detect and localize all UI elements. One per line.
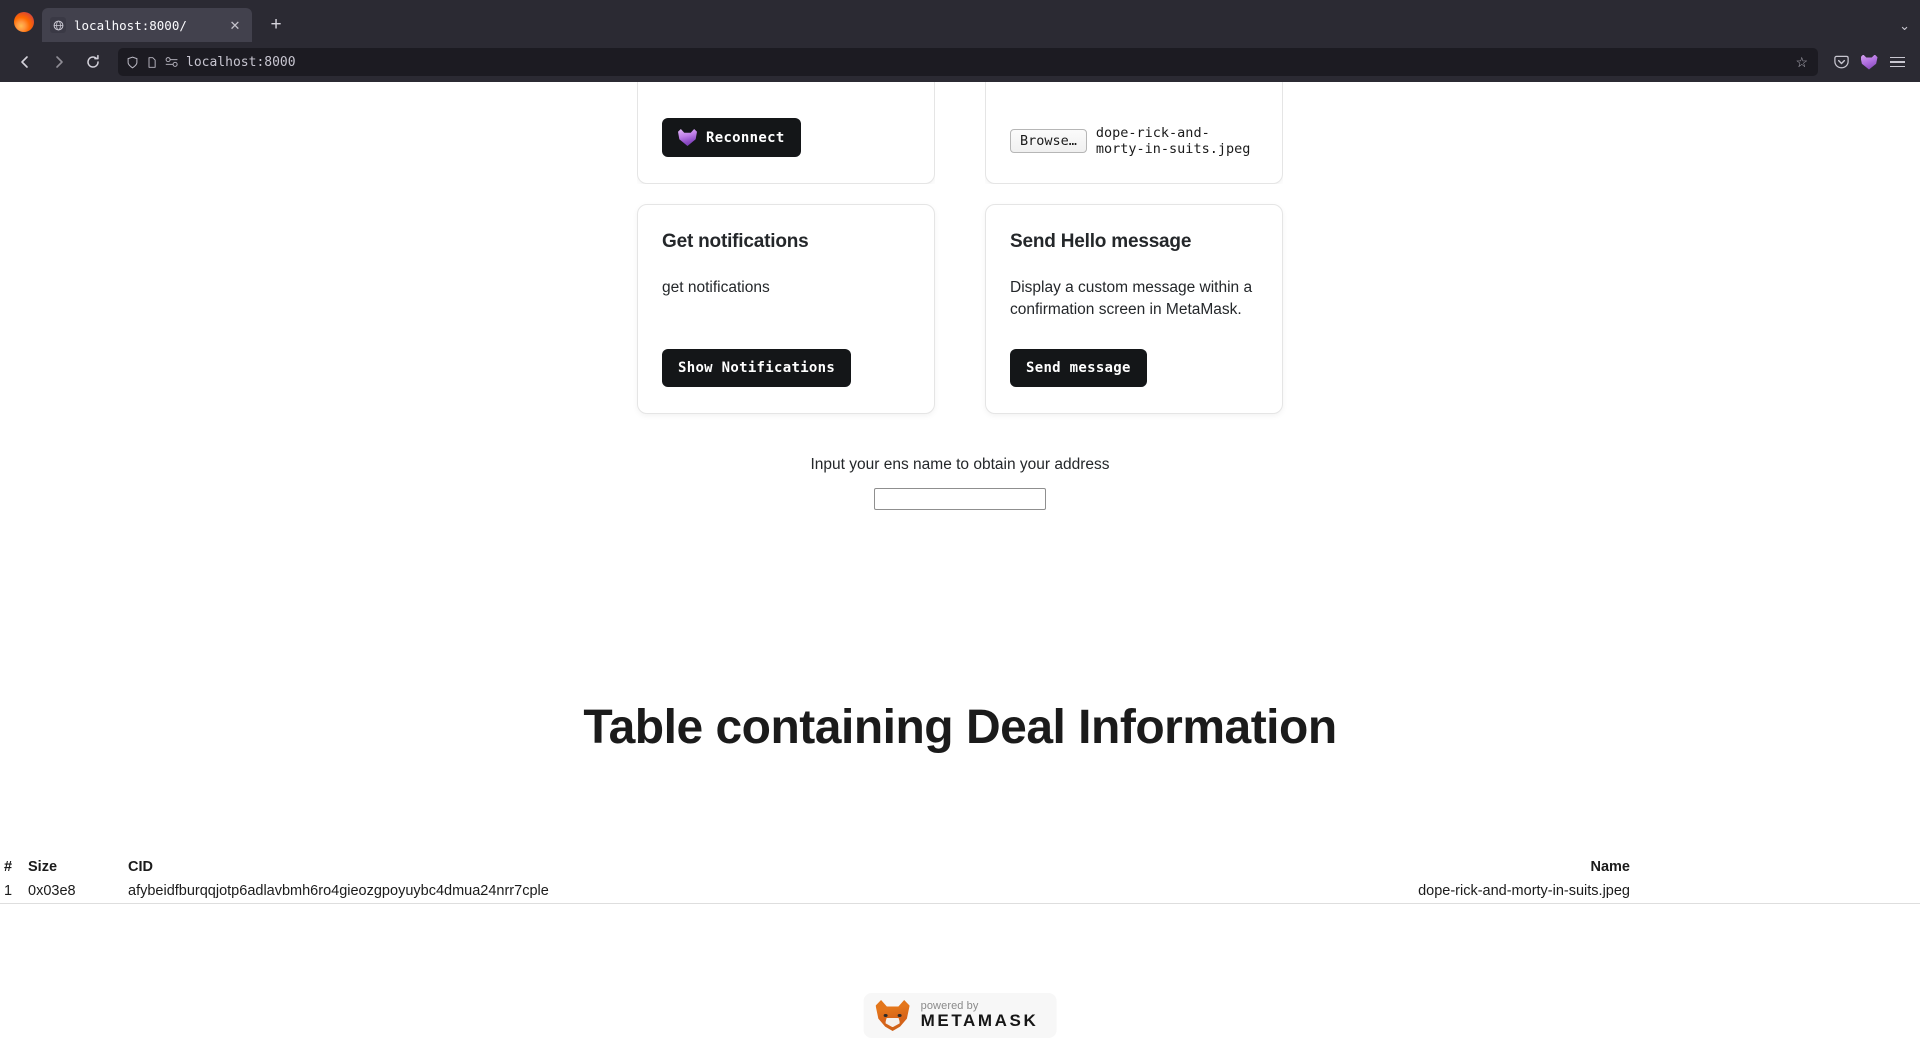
firefox-logo-icon	[14, 12, 34, 32]
navigation-toolbar: localhost:8000 ☆	[0, 42, 1920, 82]
top-cards-row: Reconnect Browse… dope-rick-and-morty-in…	[0, 82, 1920, 192]
forward-button[interactable]	[44, 47, 74, 77]
hamburger-icon[interactable]	[1884, 49, 1910, 75]
page-content: Reconnect Browse… dope-rick-and-morty-in…	[0, 82, 1920, 1056]
metamask-fox-icon	[875, 1000, 910, 1031]
cell-size: 0x03e8	[22, 879, 122, 904]
url-bar[interactable]: localhost:8000 ☆	[118, 48, 1818, 76]
send-message-button[interactable]: Send message	[1010, 349, 1147, 387]
column-header-size: Size	[28, 859, 58, 875]
feature-cards-row: Get notifications get notifications Show…	[0, 204, 1920, 414]
new-tab-button[interactable]: +	[262, 10, 290, 38]
browse-button[interactable]: Browse…	[1010, 129, 1087, 153]
window-controls: ⌄	[1899, 18, 1910, 34]
ens-label: Input your ens name to obtain your addre…	[810, 456, 1110, 473]
selected-file-name: dope-rick-and-morty-in-suits.jpeg	[1095, 125, 1251, 157]
powered-by-metamask-badge: powered by METAMASK	[863, 993, 1057, 1038]
column-header-name: Name	[1590, 859, 1631, 875]
file-upload-row: Browse… dope-rick-and-morty-in-suits.jpe…	[1010, 125, 1258, 157]
shield-icon[interactable]	[126, 56, 139, 69]
reconnect-button[interactable]: Reconnect	[662, 118, 801, 157]
browser-window: localhost:8000/ ✕ + ⌄ localhost:8000 ☆ R…	[0, 0, 1920, 1056]
back-button[interactable]	[10, 47, 40, 77]
table-row: 1 0x03e8 afybeidfburqqjotp6adlavbmh6ro4g…	[0, 879, 1920, 904]
permissions-icon[interactable]	[165, 56, 179, 68]
get-notifications-card: Get notifications get notifications Show…	[637, 204, 935, 414]
page-icon[interactable]	[146, 56, 158, 69]
toolbar-actions	[1828, 49, 1910, 75]
page-title: Table containing Deal Information	[583, 701, 1337, 754]
cell-cid: afybeidfburqqjotp6adlavbmh6ro4gieozgpoyu…	[122, 879, 1182, 904]
file-upload-card: Browse… dope-rick-and-morty-in-suits.jpe…	[985, 82, 1283, 184]
tab-title: localhost:8000/	[74, 17, 187, 33]
column-header-cid: CID	[128, 859, 153, 875]
metamask-wordmark: METAMASK	[920, 1011, 1039, 1031]
reconnect-button-label: Reconnect	[706, 129, 785, 146]
show-notifications-button[interactable]: Show Notifications	[662, 349, 852, 387]
browser-tab[interactable]: localhost:8000/ ✕	[42, 8, 252, 42]
close-icon[interactable]: ✕	[226, 16, 244, 34]
pocket-icon[interactable]	[1828, 49, 1854, 75]
bookmark-star-icon[interactable]: ☆	[1795, 54, 1808, 71]
card-description: Display a custom message within a confir…	[1010, 279, 1253, 318]
column-header-num: #	[4, 859, 13, 875]
card-title: Send Hello message	[1010, 231, 1192, 252]
card-description: get notifications	[662, 279, 770, 296]
metamask-extension-icon[interactable]	[1856, 49, 1882, 75]
card-title: Get notifications	[662, 231, 809, 252]
ens-name-input[interactable]	[874, 488, 1046, 510]
metamask-fox-icon	[678, 129, 697, 146]
table-header-row: # Size CID Name	[0, 855, 1920, 879]
send-hello-message-card: Send Hello message Display a custom mess…	[985, 204, 1283, 414]
deal-information-table: # Size CID Name 1 0x03e8 afybeidfburqqjo…	[0, 855, 1920, 904]
ens-section: Input your ens name to obtain your addre…	[0, 456, 1920, 510]
tab-strip: localhost:8000/ ✕ + ⌄	[0, 0, 1920, 42]
chevron-down-icon[interactable]: ⌄	[1899, 18, 1910, 34]
reconnect-card: Reconnect	[637, 82, 935, 184]
cell-name: dope-rick-and-morty-in-suits.jpeg	[1182, 879, 1920, 904]
url-text: localhost:8000	[186, 54, 296, 70]
cell-num: 1	[0, 879, 22, 904]
globe-icon	[50, 17, 66, 33]
reload-button[interactable]	[78, 47, 108, 77]
